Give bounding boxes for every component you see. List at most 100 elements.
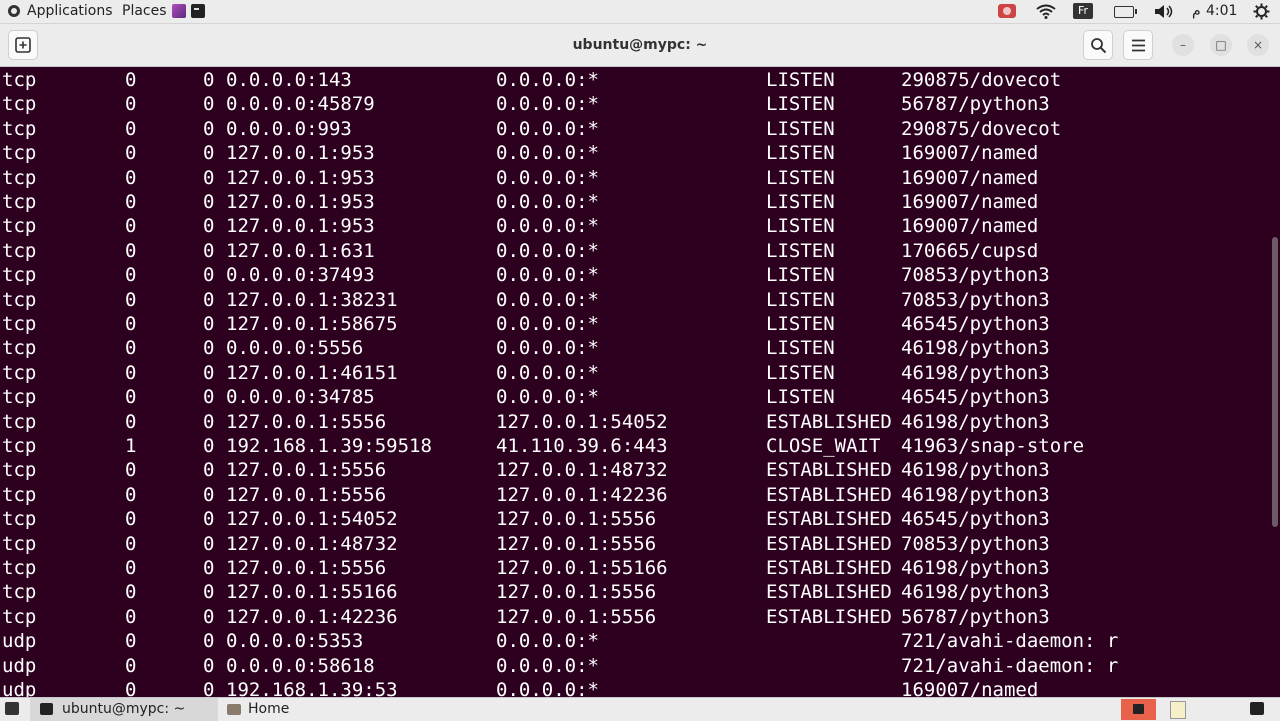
- cell-sendq: 0: [203, 191, 215, 213]
- maximize-button[interactable]: □: [1210, 34, 1232, 56]
- clock[interactable]: 4:01: [1206, 0, 1237, 23]
- cell-recvq: 0: [125, 93, 137, 116]
- cell-local: 127.0.0.1:42236: [226, 605, 398, 628]
- applications-menu[interactable]: Applications: [27, 0, 113, 23]
- cell-foreign: 127.0.0.1:55166: [496, 557, 668, 579]
- cell-local: 127.0.0.1:48732: [226, 532, 398, 555]
- cell-recvq: 0: [125, 264, 137, 287]
- cell-state: LISTEN: [766, 215, 835, 238]
- places-menu[interactable]: Places: [122, 0, 167, 23]
- cell-foreign: 127.0.0.1:48732: [496, 459, 668, 482]
- menu-button[interactable]: [1123, 30, 1153, 60]
- cell-prog: 169007/named: [901, 166, 1039, 189]
- cell-proto: tcp: [2, 239, 37, 262]
- text-editor-icon[interactable]: [1170, 701, 1186, 719]
- cell-sendq: 0: [203, 630, 215, 653]
- terminal-titlebar[interactable]: ubuntu@mypc: ~ – □ ×: [0, 24, 1280, 67]
- cell-prog: 169007/named: [901, 142, 1039, 165]
- cell-local: 127.0.0.1:953: [226, 191, 375, 213]
- screen-recorder-icon[interactable]: [998, 4, 1016, 18]
- keyboard-layout-indicator[interactable]: Fr: [1073, 3, 1093, 19]
- cell-proto: tcp: [2, 117, 37, 140]
- cell-sendq: 0: [203, 166, 215, 189]
- cell-state: CLOSE_WAIT: [766, 435, 881, 457]
- cell-local: 0.0.0.0:5353: [226, 630, 364, 653]
- search-button[interactable]: [1083, 30, 1113, 60]
- cell-prog: 721/avahi-daemon: r: [901, 654, 1119, 677]
- terminal-icon: [40, 703, 53, 715]
- workspace-icon[interactable]: [1250, 702, 1264, 715]
- cell-local: 127.0.0.1:953: [226, 166, 375, 189]
- minimize-button[interactable]: –: [1172, 34, 1194, 56]
- cell-state: LISTEN: [766, 337, 835, 360]
- cell-foreign: 0.0.0.0:*: [496, 654, 599, 677]
- cell-prog: 290875/dovecot: [901, 117, 1062, 140]
- cell-recvq: 0: [125, 557, 137, 579]
- cell-foreign: 0.0.0.0:*: [496, 166, 599, 189]
- cell-state: LISTEN: [766, 69, 835, 91]
- cell-foreign: 0.0.0.0:*: [496, 142, 599, 165]
- cell-proto: tcp: [2, 605, 37, 628]
- cell-recvq: 1: [125, 435, 137, 457]
- cell-recvq: 0: [125, 313, 137, 335]
- terminal-line: tcp 0 0 127.0.0.1:5556 127.0.0.1:55166 ESTABL…: [0, 556, 1270, 580]
- cell-sendq: 0: [203, 264, 215, 287]
- wifi-icon[interactable]: [1036, 4, 1056, 19]
- battery-icon[interactable]: [1114, 6, 1137, 18]
- terminal-line: tcp 0 0 127.0.0.1:48732 127.0.0.1:5556 ESTABL…: [0, 532, 1270, 556]
- terminal-line: udp 0 0 0.0.0.0:5353 0.0.0.0:* 721/avahi-daem…: [0, 629, 1270, 653]
- new-tab-button[interactable]: [8, 30, 38, 60]
- terminal-scrollbar[interactable]: [1270, 67, 1280, 697]
- close-button[interactable]: ×: [1247, 34, 1269, 56]
- cell-foreign: 0.0.0.0:*: [496, 191, 599, 213]
- scrollbar-thumb[interactable]: [1272, 237, 1278, 527]
- terminal-launcher-icon[interactable]: [191, 4, 205, 18]
- cell-prog: 169007/named: [901, 191, 1039, 213]
- cell-state: LISTEN: [766, 288, 835, 311]
- cell-proto: tcp: [2, 313, 37, 335]
- cell-state: LISTEN: [766, 166, 835, 189]
- cell-proto: tcp: [2, 337, 37, 360]
- hamburger-menu-icon: [1132, 39, 1145, 52]
- cell-foreign: 41.110.39.6:443: [496, 435, 668, 457]
- taskbar-item-files-label: Home: [248, 701, 290, 717]
- cell-state: ESTABLISHED: [766, 605, 892, 628]
- terminal-line: tcp 0 0 127.0.0.1:38231 0.0.0.0:* LISTEN 70853…: [0, 288, 1270, 312]
- terminal-line: tcp 0 0 127.0.0.1:631 0.0.0.0:* LISTEN 170665/…: [0, 239, 1270, 263]
- cell-local: 127.0.0.1:5556: [226, 483, 387, 506]
- cell-recvq: 0: [125, 166, 137, 189]
- cell-prog: 46198/python3: [901, 557, 1050, 579]
- terminal-line: tcp 0 0 127.0.0.1:953 0.0.0.0:* LISTEN 169007/…: [0, 190, 1270, 214]
- cell-sendq: 0: [203, 288, 215, 311]
- workspace-terminal-icon[interactable]: [1121, 699, 1156, 720]
- cell-prog: 46198/python3: [901, 361, 1050, 384]
- cell-recvq: 0: [125, 117, 137, 140]
- cell-state: LISTEN: [766, 264, 835, 287]
- cell-foreign: 127.0.0.1:54052: [496, 410, 668, 433]
- cell-local: 127.0.0.1:5556: [226, 557, 387, 579]
- taskbar-item-files[interactable]: Home: [218, 698, 406, 721]
- cell-recvq: 0: [125, 410, 137, 433]
- cell-proto: tcp: [2, 435, 37, 457]
- terminal-output[interactable]: tcp 0 0 0.0.0.0:143 0.0.0.0:* LISTEN 290875/do…: [0, 67, 1270, 697]
- terminal-line: tcp 0 0 127.0.0.1:46151 0.0.0.0:* LISTEN 46198…: [0, 361, 1270, 385]
- app-launcher-icon[interactable]: [172, 4, 186, 18]
- show-desktop-icon[interactable]: [5, 702, 19, 715]
- cell-prog: 169007/named: [901, 215, 1039, 238]
- cell-state: ESTABLISHED: [766, 508, 892, 531]
- power-settings-icon[interactable]: [1253, 3, 1270, 20]
- cell-foreign: 0.0.0.0:*: [496, 215, 599, 238]
- cell-sendq: 0: [203, 410, 215, 433]
- applications-icon[interactable]: [8, 5, 20, 17]
- cell-foreign: 0.0.0.0:*: [496, 93, 599, 116]
- cell-proto: tcp: [2, 93, 37, 116]
- cell-recvq: 0: [125, 679, 137, 697]
- bottom-taskbar: ubuntu@mypc: ~ Home: [0, 697, 1280, 721]
- volume-icon[interactable]: [1154, 4, 1174, 19]
- cell-recvq: 0: [125, 215, 137, 238]
- cell-sendq: 0: [203, 93, 215, 116]
- taskbar-item-terminal[interactable]: ubuntu@mypc: ~: [30, 698, 218, 721]
- cell-recvq: 0: [125, 69, 137, 91]
- cell-local: 127.0.0.1:953: [226, 215, 375, 238]
- terminal-line: tcp 0 0 0.0.0.0:5556 0.0.0.0:* LISTEN 46198/py…: [0, 336, 1270, 360]
